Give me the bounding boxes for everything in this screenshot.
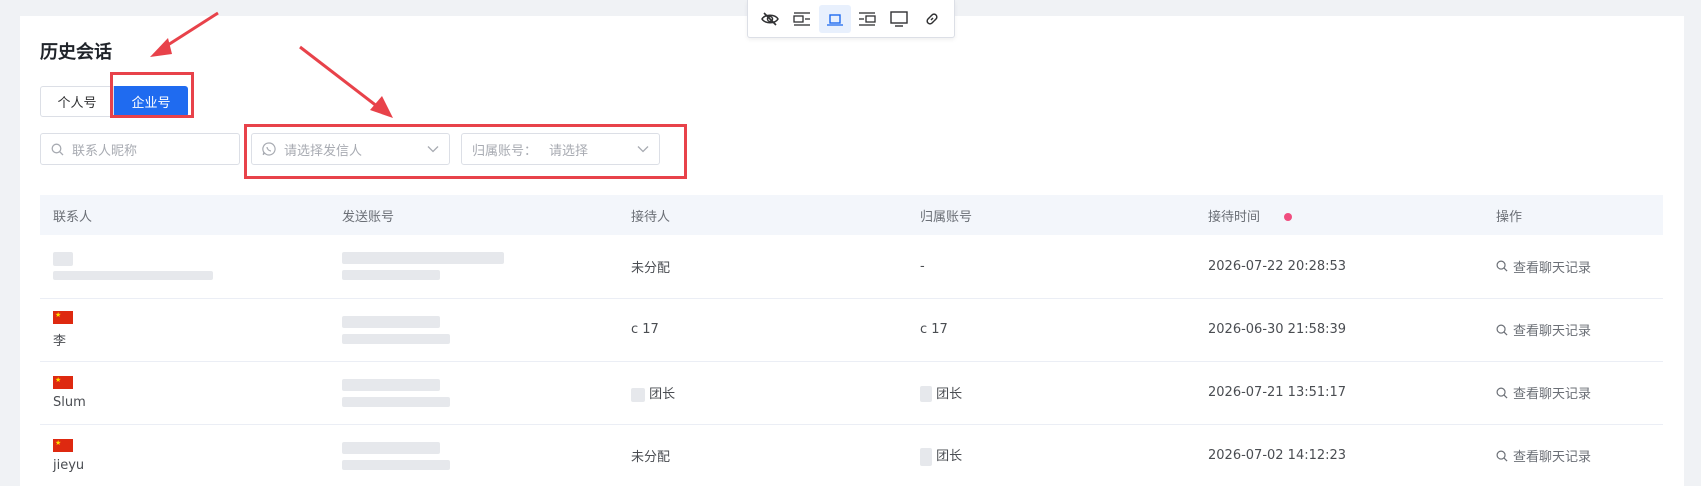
contact-name: 李 [53, 333, 67, 349]
account-avatar-blurred [920, 447, 932, 466]
column-header-time: 接待时间 [1208, 209, 1261, 225]
sender-account-blurred [342, 459, 450, 470]
receiver-cell: 团长 [618, 361, 907, 425]
sender-cell [329, 361, 618, 425]
table-row: jieyu 未分配 团长 2026-07-02 14:12:23 查看聊天记录 [40, 424, 1663, 486]
table-row: 李 c 17 c 17 2026-06-30 21:58:39 查看聊天记录 [40, 298, 1663, 362]
china-flag-icon [53, 375, 73, 389]
account-avatar-blurred [920, 386, 932, 403]
column-header-action: 操作 [1496, 209, 1523, 225]
tab-personal[interactable]: 个人号 [40, 86, 114, 117]
receiver-cell: c 17 [618, 298, 907, 362]
contact-search-placeholder: 联系人昵称 [72, 143, 138, 159]
column-header-receiver: 接待人 [631, 209, 671, 225]
column-header-sender-account: 发送账号 [342, 209, 395, 225]
owner-account-cell: 团长 [907, 361, 1195, 425]
owner-account-name: 团长 [936, 386, 963, 402]
sender-account-blurred [342, 315, 440, 328]
time-cell: 2026-07-02 14:12:23 [1195, 424, 1483, 486]
time-cell: 2026-06-30 21:58:39 [1195, 298, 1483, 362]
floating-toolbar [747, 0, 955, 38]
search-icon [51, 143, 64, 155]
contact-cell: 李 [40, 298, 329, 362]
table-header-row: 联系人 发送账号 接待人 归属账号 接待时间 操作 [40, 195, 1663, 235]
layout-left-icon[interactable] [786, 5, 818, 33]
receiver-name: 团长 [649, 387, 676, 402]
contact-avatar-blurred [53, 252, 73, 267]
conversation-table: 联系人 发送账号 接待人 归属账号 接待时间 操作 未分配 - 2026-07-… [40, 195, 1663, 486]
owner-account-cell: c 17 [907, 298, 1195, 362]
receiver-cell: 未分配 [618, 424, 907, 486]
china-flag-icon [53, 310, 73, 324]
layout-right-icon[interactable] [851, 5, 883, 33]
view-chat-history-label: 查看聊天记录 [1513, 387, 1592, 402]
eye-slash-icon[interactable] [754, 5, 786, 33]
search-icon [1496, 260, 1508, 272]
search-icon [1496, 450, 1508, 462]
contact-name: Slum [53, 394, 86, 410]
view-chat-history-label: 查看聊天记录 [1513, 324, 1592, 339]
monitor-icon[interactable] [883, 5, 915, 33]
contact-cell: jieyu [40, 424, 329, 486]
sender-account-blurred [342, 270, 440, 281]
contact-cell [40, 235, 329, 299]
view-chat-history-link[interactable]: 查看聊天记录 [1496, 446, 1663, 465]
action-cell: 查看聊天记录 [1483, 235, 1663, 299]
column-header-time-cell: 接待时间 [1195, 195, 1483, 235]
contact-name: jieyu [53, 457, 85, 473]
column-header-contact: 联系人 [53, 209, 93, 225]
sender-account-blurred [342, 396, 450, 407]
annotation-box-enterprise [110, 72, 194, 118]
owner-account-cell: - [907, 235, 1195, 299]
layout-center-icon[interactable] [818, 4, 851, 33]
owner-account-cell: 团长 [907, 424, 1195, 486]
view-chat-history-label: 查看聊天记录 [1513, 450, 1592, 465]
search-icon [1496, 387, 1508, 399]
action-cell: 查看聊天记录 [1483, 361, 1663, 425]
view-chat-history-link[interactable]: 查看聊天记录 [1496, 383, 1663, 402]
view-chat-history-label: 查看聊天记录 [1513, 260, 1592, 276]
sender-account-blurred [342, 333, 450, 344]
sender-cell [329, 424, 618, 486]
sender-cell [329, 298, 618, 362]
contact-cell: Slum [40, 361, 329, 425]
column-header-owner-account: 归属账号 [920, 209, 973, 225]
contact-search-input[interactable]: 联系人昵称 [40, 133, 240, 165]
search-icon [1496, 324, 1508, 336]
owner-account-name: 团长 [936, 449, 963, 465]
china-flag-icon [53, 438, 73, 452]
sender-cell [329, 235, 618, 299]
table-row: 未分配 - 2026-07-22 20:28:53 查看聊天记录 [40, 235, 1663, 299]
sort-indicator-dot [1284, 213, 1293, 221]
link-icon[interactable] [916, 5, 948, 33]
page-title: 历史会话 [40, 42, 112, 63]
sender-account-blurred [342, 441, 440, 454]
time-cell: 2026-07-22 20:28:53 [1195, 235, 1483, 299]
action-cell: 查看聊天记录 [1483, 424, 1663, 486]
contact-name-blurred [53, 271, 213, 281]
receiver-avatar-blurred [631, 387, 645, 402]
sender-account-blurred [342, 252, 504, 265]
receiver-cell: 未分配 [618, 235, 907, 299]
view-chat-history-link[interactable]: 查看聊天记录 [1496, 320, 1663, 339]
action-cell: 查看聊天记录 [1483, 298, 1663, 362]
time-cell: 2026-07-21 13:51:17 [1195, 361, 1483, 425]
annotation-box-filters [244, 124, 687, 179]
view-chat-history-link[interactable]: 查看聊天记录 [1496, 257, 1663, 276]
table-row: Slum 团长 团长 2026-07-21 13:51:17 查看聊天记录 [40, 361, 1663, 425]
sender-account-blurred [342, 378, 440, 391]
